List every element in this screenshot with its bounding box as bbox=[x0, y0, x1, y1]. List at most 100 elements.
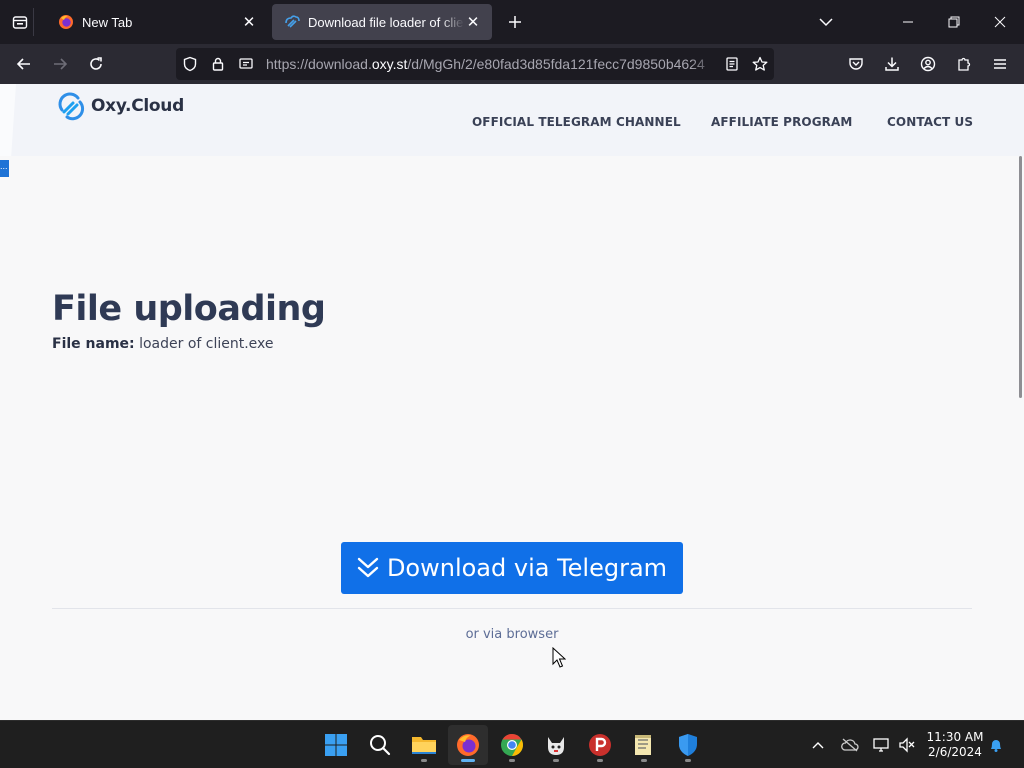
new-tab-button[interactable] bbox=[503, 8, 527, 36]
file-name-value: loader of client.exe bbox=[139, 336, 274, 352]
taskbar-app-mascot[interactable] bbox=[536, 725, 576, 765]
p-app-icon bbox=[589, 734, 611, 756]
close-icon bbox=[994, 16, 1006, 28]
extensions-button[interactable] bbox=[950, 50, 978, 78]
divider bbox=[52, 608, 972, 609]
network-icon bbox=[873, 738, 889, 752]
site-header: Oxy.Cloud OFFICIAL TELEGRAM CHANNEL AFFI… bbox=[0, 84, 1024, 156]
taskbar-windows-security[interactable] bbox=[668, 725, 708, 765]
firefox-view-button[interactable] bbox=[6, 8, 34, 36]
double-chevron-down-icon bbox=[357, 556, 379, 580]
site-logo[interactable]: Oxy.Cloud bbox=[56, 91, 184, 121]
web-page: Oxy.Cloud OFFICIAL TELEGRAM CHANNEL AFFI… bbox=[0, 84, 1024, 720]
url-text[interactable]: https://download.oxy.st/d/MgGh/2/e80fad3… bbox=[260, 56, 718, 72]
search-icon bbox=[370, 735, 391, 756]
file-name-label: File name: bbox=[52, 336, 135, 352]
url-prefix: https://download. bbox=[266, 56, 372, 72]
chrome-icon bbox=[501, 734, 523, 756]
clock-time: 11:30 AM bbox=[926, 730, 984, 744]
arrow-left-icon bbox=[16, 58, 30, 70]
chevron-down-icon bbox=[819, 18, 833, 27]
page-title: File uploading bbox=[52, 289, 326, 329]
cloud-offline-icon bbox=[841, 738, 859, 752]
minimize-button[interactable] bbox=[888, 6, 928, 38]
address-bar[interactable]: https://download.oxy.st/d/MgGh/2/e80fad3… bbox=[176, 48, 774, 80]
windows-logo-icon bbox=[325, 734, 347, 756]
account-button[interactable] bbox=[914, 50, 942, 78]
url-domain: oxy.st bbox=[371, 56, 408, 72]
reader-view-icon[interactable] bbox=[718, 50, 746, 78]
volume-muted-icon bbox=[899, 737, 915, 753]
clock-date: 2/6/2024 bbox=[928, 745, 982, 759]
restore-button[interactable] bbox=[934, 6, 974, 38]
mouse-cursor-icon bbox=[552, 647, 566, 668]
taskbar-app-p[interactable] bbox=[580, 725, 620, 765]
running-indicator bbox=[685, 759, 691, 762]
nav-link-affiliate-program[interactable]: AFFILIATE PROGRAM bbox=[711, 115, 852, 129]
volume-tray[interactable] bbox=[895, 733, 919, 757]
taskbar: 11:30 AM 2/6/2024 bbox=[0, 720, 1024, 768]
oxy-cloud-logo-icon bbox=[58, 92, 85, 121]
hamburger-menu-icon bbox=[994, 59, 1006, 69]
close-window-button[interactable] bbox=[980, 6, 1020, 38]
running-indicator bbox=[597, 759, 603, 762]
chevron-up-icon bbox=[812, 742, 824, 749]
tab-new-tab[interactable]: New Tab ✕ bbox=[46, 4, 268, 40]
bookmark-star-icon[interactable] bbox=[746, 50, 774, 78]
downloads-button[interactable] bbox=[878, 50, 906, 78]
notifications-button[interactable] bbox=[984, 733, 1008, 757]
side-widget-tab[interactable]: ... bbox=[0, 160, 9, 177]
forward-button[interactable] bbox=[46, 50, 74, 78]
permissions-icon[interactable] bbox=[232, 50, 260, 78]
shield-icon bbox=[679, 734, 697, 756]
firefox-icon bbox=[457, 734, 479, 756]
network-tray[interactable] bbox=[870, 733, 894, 757]
nav-link-telegram-channel[interactable]: OFFICIAL TELEGRAM CHANNEL bbox=[472, 115, 681, 129]
list-all-tabs-button[interactable] bbox=[806, 6, 846, 38]
taskbar-chrome[interactable] bbox=[492, 725, 532, 765]
tab-title: New Tab bbox=[82, 14, 133, 30]
download-via-telegram-button[interactable]: Download via Telegram bbox=[341, 542, 683, 594]
download-icon bbox=[885, 57, 899, 71]
running-indicator bbox=[509, 759, 515, 762]
alt-download-row: or via browser bbox=[0, 627, 1024, 642]
file-name-line: File name: loader of client.exe bbox=[52, 336, 274, 352]
system-clock[interactable]: 11:30 AM 2/6/2024 bbox=[922, 730, 988, 760]
taskbar-notepad[interactable] bbox=[624, 725, 664, 765]
taskbar-firefox[interactable] bbox=[448, 725, 488, 765]
taskbar-file-explorer[interactable] bbox=[404, 725, 444, 765]
pocket-button[interactable] bbox=[842, 50, 870, 78]
arrow-right-icon bbox=[54, 58, 68, 70]
running-indicator bbox=[553, 759, 559, 762]
bell-icon bbox=[991, 740, 1001, 752]
reload-button[interactable] bbox=[82, 50, 110, 78]
search-button[interactable] bbox=[360, 725, 400, 765]
firefox-view-icon bbox=[12, 16, 27, 29]
lock-icon[interactable] bbox=[204, 50, 232, 78]
tab-strip: New Tab ✕ Download file loader of client… bbox=[0, 0, 1024, 44]
close-tab-icon[interactable]: ✕ bbox=[464, 13, 482, 31]
running-indicator bbox=[641, 759, 647, 762]
start-button[interactable] bbox=[316, 725, 356, 765]
close-tab-icon[interactable]: ✕ bbox=[240, 13, 258, 31]
onedrive-tray[interactable] bbox=[838, 733, 862, 757]
plus-icon bbox=[509, 16, 521, 28]
nav-link-contact-us[interactable]: CONTACT US bbox=[887, 115, 973, 129]
tracking-protection-shield-icon[interactable] bbox=[176, 50, 204, 78]
show-hidden-icons-button[interactable] bbox=[806, 733, 830, 757]
puzzle-piece-icon bbox=[958, 57, 971, 71]
minimize-icon bbox=[903, 21, 913, 23]
dog-mascot-icon bbox=[548, 737, 564, 755]
tab-download-file[interactable]: Download file loader of client.exe ✕ bbox=[272, 4, 492, 40]
download-via-browser-link[interactable]: or via browser bbox=[466, 627, 559, 642]
pocket-icon bbox=[849, 58, 863, 70]
page-scrollbar[interactable] bbox=[1019, 156, 1022, 398]
tab-title: Download file loader of client.exe bbox=[308, 14, 464, 30]
back-button[interactable] bbox=[10, 50, 38, 78]
restore-icon bbox=[948, 16, 960, 28]
folder-icon bbox=[412, 737, 436, 754]
running-indicator bbox=[461, 759, 475, 762]
app-menu-button[interactable] bbox=[986, 50, 1014, 78]
running-indicator bbox=[421, 759, 427, 762]
logo-text: Oxy.Cloud bbox=[91, 96, 184, 116]
